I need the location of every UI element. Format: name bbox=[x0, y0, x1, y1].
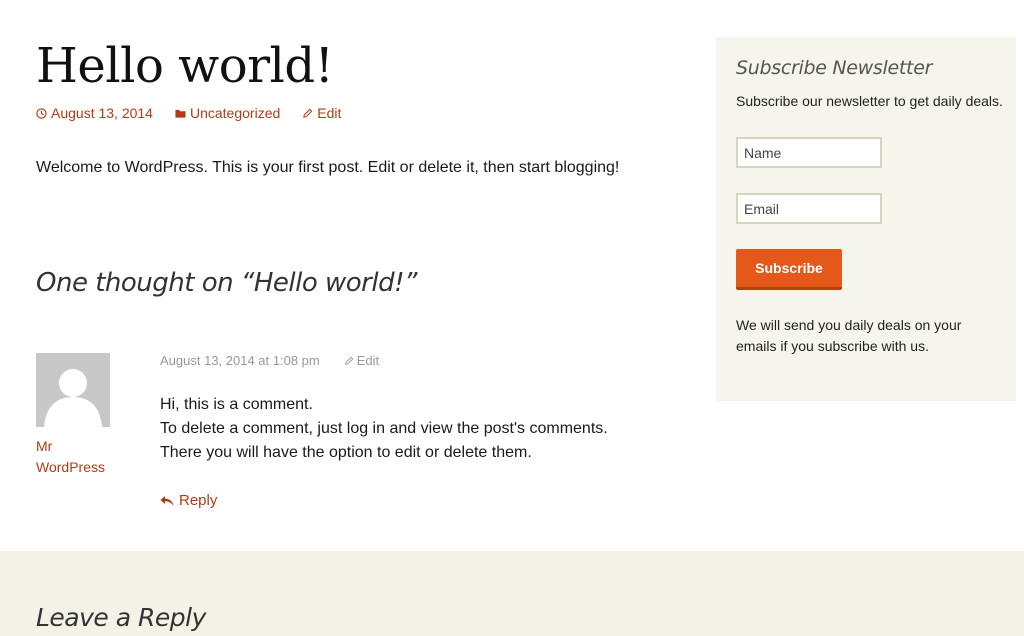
folder-icon bbox=[175, 109, 186, 118]
pencil-icon bbox=[344, 356, 354, 365]
comment-text: Hi, this is a comment. To delete a comme… bbox=[160, 393, 640, 465]
widget-title: Subscribe Newsletter bbox=[736, 57, 933, 79]
comment-meta: August 13, 2014 at 1:08 pm Edit bbox=[160, 353, 379, 368]
reply-section-title: Leave a Reply bbox=[36, 603, 206, 632]
post-date: August 13, 2014 bbox=[51, 105, 153, 121]
newsletter-widget: Subscribe Newsletter Subscribe our newsl… bbox=[716, 37, 1016, 401]
reply-section: Leave a Reply bbox=[0, 551, 1024, 636]
post-category: Uncategorized bbox=[189, 105, 281, 121]
comment-line-2: To delete a comment, just log in and vie… bbox=[160, 420, 608, 461]
comment-author-link[interactable]: Mr WordPress bbox=[36, 436, 126, 478]
comment-author-first: Mr bbox=[36, 438, 53, 454]
post-edit-label: Edit bbox=[317, 105, 342, 121]
pencil-icon bbox=[303, 108, 313, 118]
post-category-link[interactable]: Uncategorized bbox=[175, 105, 280, 121]
subscribe-button[interactable]: Subscribe bbox=[736, 249, 842, 290]
reply-label: Reply bbox=[179, 492, 218, 509]
widget-note: We will send you daily deals on your ema… bbox=[736, 317, 962, 354]
comments-title: One thought on “Hello world!” bbox=[36, 268, 417, 298]
post-edit-link[interactable]: Edit bbox=[302, 105, 341, 121]
post-meta: August 13, 2014 Uncategorized Edit bbox=[36, 105, 363, 121]
comment-author-last: WordPress bbox=[36, 459, 105, 475]
comment-reply-link[interactable]: Reply bbox=[160, 492, 217, 509]
clock-icon bbox=[36, 107, 47, 119]
email-input[interactable] bbox=[736, 193, 882, 224]
comment-avatar bbox=[36, 353, 110, 427]
name-input[interactable] bbox=[736, 137, 882, 168]
comment-line-1: Hi, this is a comment. bbox=[160, 396, 313, 413]
post-content: Welcome to WordPress. This is your first… bbox=[36, 159, 620, 176]
widget-description: Subscribe our newsletter to get daily de… bbox=[736, 93, 1003, 109]
avatar-icon bbox=[44, 369, 102, 427]
comment-edit-label: Edit bbox=[356, 353, 380, 368]
comment-date-link[interactable]: August 13, 2014 at 1:08 pm bbox=[160, 353, 320, 368]
post-date-link[interactable]: August 13, 2014 bbox=[36, 105, 153, 121]
post-title: Hello world! bbox=[36, 38, 334, 94]
comment-edit-link[interactable]: Edit bbox=[344, 353, 379, 368]
reply-arrow-icon bbox=[160, 495, 174, 506]
